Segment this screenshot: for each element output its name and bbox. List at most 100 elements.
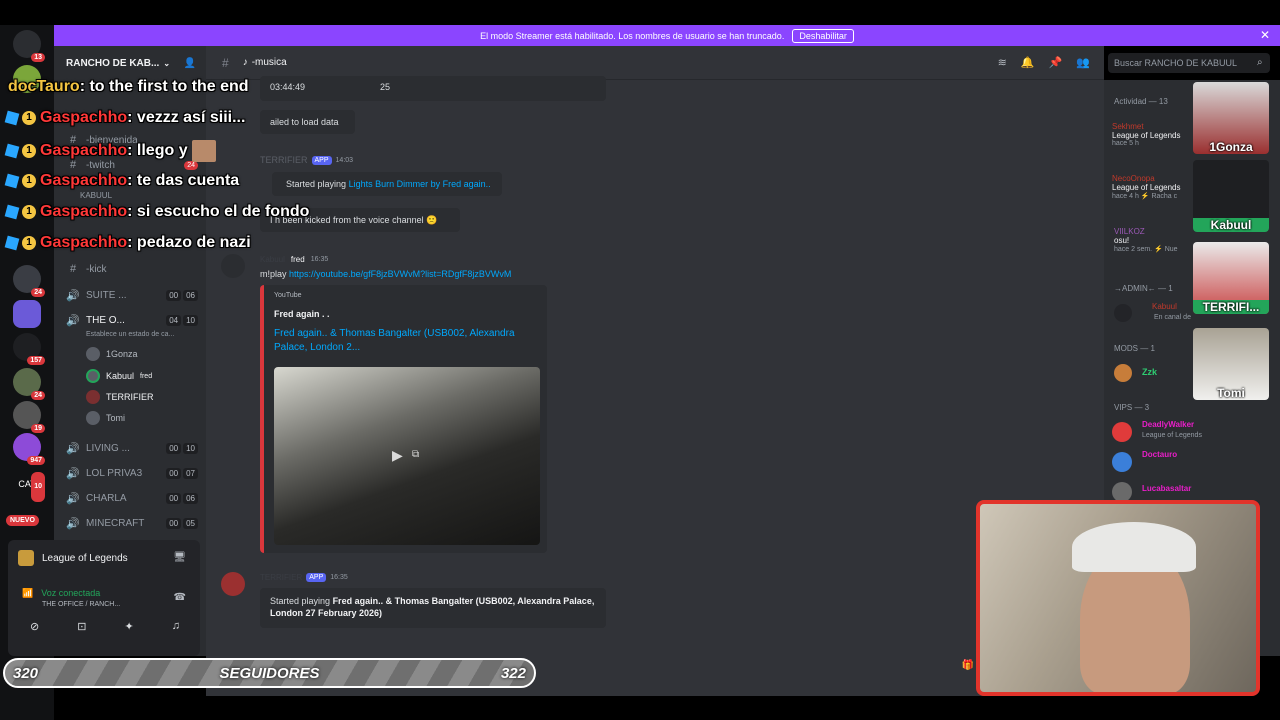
speaker-icon: 🔊 [66,518,80,530]
play-icon[interactable]: ▶ [392,447,403,464]
video-thumbnail[interactable]: ▶ ⧉ [274,367,540,545]
chevron-down-icon: ⌄ [163,58,171,68]
voice-channel-path[interactable]: THE OFFICE / RANCH... [42,601,120,608]
voice-channel[interactable]: 🔊 LOL PRIVA3 00 07 [66,467,198,480]
channel-header: # ♪ -musica ≋ 🔔 📌 👥 [206,46,1104,80]
youtube-link[interactable]: https://youtube.be/gfF8jzBVWvM?list=RDgf… [289,269,511,279]
member-row[interactable]: VIILKOZ osu! hace 2 sem. ⚡ Nue [1114,227,1204,253]
author-name[interactable]: Kabuul [260,255,285,264]
embed-title[interactable]: Fred again.. & Thomas Bangalter (USB002,… [274,327,534,355]
member-row[interactable]: NecoOnopa League of Legends hace 4 h ⚡ R… [1112,174,1202,200]
author-name[interactable]: TERRIFIER [260,573,302,582]
channel-kabuul[interactable]: KABUUL [66,191,198,200]
disable-streamer-button[interactable]: Deshabilitar [792,28,854,43]
bell-icon[interactable]: 🔔 [1021,56,1035,69]
chat-text: : llego y [127,142,188,159]
close-icon[interactable]: ✕ [1260,28,1270,42]
member-row[interactable]: Kabuul En canal de [1114,302,1194,324]
camera-off-icon[interactable]: ⊘ [30,620,39,633]
server-icon[interactable] [13,300,41,328]
members-icon[interactable]: 👥 [1076,56,1090,69]
chat-user: Gaspachho [40,203,128,220]
hash-icon: # [69,263,77,275]
pin-icon[interactable]: 📌 [1049,56,1063,69]
message-header: TERRIFIER APP 16:35 [260,573,348,582]
now-playing-embed: Started playing Lights Burn Dimmer by Fr… [272,172,502,196]
member-row[interactable]: Sekhmet League of Legends hace 5 h [1112,122,1202,147]
chat-user: Gaspachho [40,109,128,126]
app-badge: APP [311,155,332,165]
voice-status[interactable]: 📶 Voz conectada [22,588,100,599]
avatar[interactable] [221,572,245,596]
started-label: Started playing [270,596,331,606]
voice-user[interactable]: Tomi [86,411,196,425]
game-activity[interactable]: League of Legends [18,550,128,566]
member-name: Sekhmet [1112,122,1144,131]
server-folder-cat[interactable]: CAT 10 [13,470,45,502]
server-icon[interactable]: 157 [13,333,45,365]
voice-user[interactable]: 1Gonza [86,347,196,361]
screen-share-icon[interactable]: 🖥 [173,552,186,563]
streamer-mode-banner: El modo Streamer está habilitado. Los no… [54,25,1280,46]
member-name: Zzk [1142,367,1158,377]
open-external-icon[interactable]: ⧉ [412,449,419,460]
member-name: Kabuul [1152,302,1177,311]
member-name: NecoOnopa [1112,174,1155,183]
threads-icon[interactable]: ≋ [998,56,1007,69]
voice-limit: 06 [183,290,198,301]
discord-home-icon[interactable]: 13 [13,30,45,62]
speaker-icon: 🔊 [66,468,80,480]
server-icon[interactable]: 947 [13,433,45,465]
followers-goal: 322 [500,664,526,682]
soundboard-icon[interactable]: ♫ [172,620,180,633]
track-link[interactable]: Lights Burn Dimmer by Fred again.. [349,179,491,189]
voice-channel[interactable]: 🔊 MINECRAFT 00 05 [66,517,198,530]
server-name: RANCHO DE KAB... [66,57,160,69]
voice-limit: 06 [183,493,198,504]
channel-kick[interactable]: # -kick [66,263,198,275]
voice-channel[interactable]: 🔊 CHARLA 00 06 [66,492,198,505]
followers-goal-bar: 320 SEGUIDORES 322 [3,658,536,688]
server-header[interactable]: RANCHO DE KAB... ⌄ 👤 [54,46,206,80]
channel-label: LOL PRIVA3 [86,468,143,479]
disconnect-icon[interactable]: ☎ [174,592,186,603]
invite-icon[interactable]: 👤 [184,58,196,69]
screen-share-icon[interactable]: ⊡ [77,620,86,633]
channel-label: LIVING ... [86,443,130,454]
member-row[interactable]: Zzk [1114,362,1194,384]
time-value: 03:44:49 [270,82,306,92]
voice-user[interactable]: Kabuul fred [86,369,196,383]
member-row[interactable]: DeadlyWalker League of Legends [1112,420,1212,444]
avatar[interactable] [221,254,245,278]
voice-user-name: 1Gonza [106,349,138,359]
voice-cam-tile: 1Gonza [1193,82,1269,154]
gift-icon[interactable]: 🎁 [962,660,974,671]
voice-connected-label: Voz conectada [41,588,101,598]
banner-text: El modo Streamer está habilitado. Los no… [480,30,785,41]
voice-channel[interactable]: 🔊 SUITE ... 00 06 [66,289,198,302]
member-name: Lucabasaltar [1142,484,1192,493]
badge: 24 [31,288,45,297]
badge: 24 [31,391,45,400]
server-icon[interactable]: 19 [13,401,45,433]
member-row[interactable]: Doctauro [1112,450,1212,474]
voice-channel-active[interactable]: 🔊 THE O... 04 10 [66,314,198,327]
overlay-chat-line: 1 Gaspachho: pedazo de nazi [0,234,251,252]
error-text: ailed to load data [270,117,339,127]
new-badge[interactable]: NUEVO [6,515,39,526]
member-activity: League of Legends [1142,432,1202,439]
activities-icon[interactable]: ✦ [125,620,134,633]
server-icon[interactable]: 24 [13,368,45,400]
sub-badge-icon: 1 [22,205,36,219]
author-name[interactable]: TERRIFIER [260,155,308,165]
server-icon[interactable]: 24 [13,265,45,297]
speaker-icon: 🔊 [66,290,80,302]
speaker-icon: 🔊 [66,493,80,505]
voice-channel[interactable]: 🔊 LIVING ... 00 10 [66,442,198,455]
now-playing-embed: Started playing Fred again.. & Thomas Ba… [260,588,606,628]
search-input[interactable]: Buscar RANCHO DE KABUUL [1108,53,1270,73]
cube-icon [4,235,20,251]
status-hint[interactable]: Establece un estado de ca... [66,331,198,338]
voice-user[interactable]: TERRIFIER [86,390,196,404]
embed-author[interactable]: Fred again . . [274,309,330,319]
